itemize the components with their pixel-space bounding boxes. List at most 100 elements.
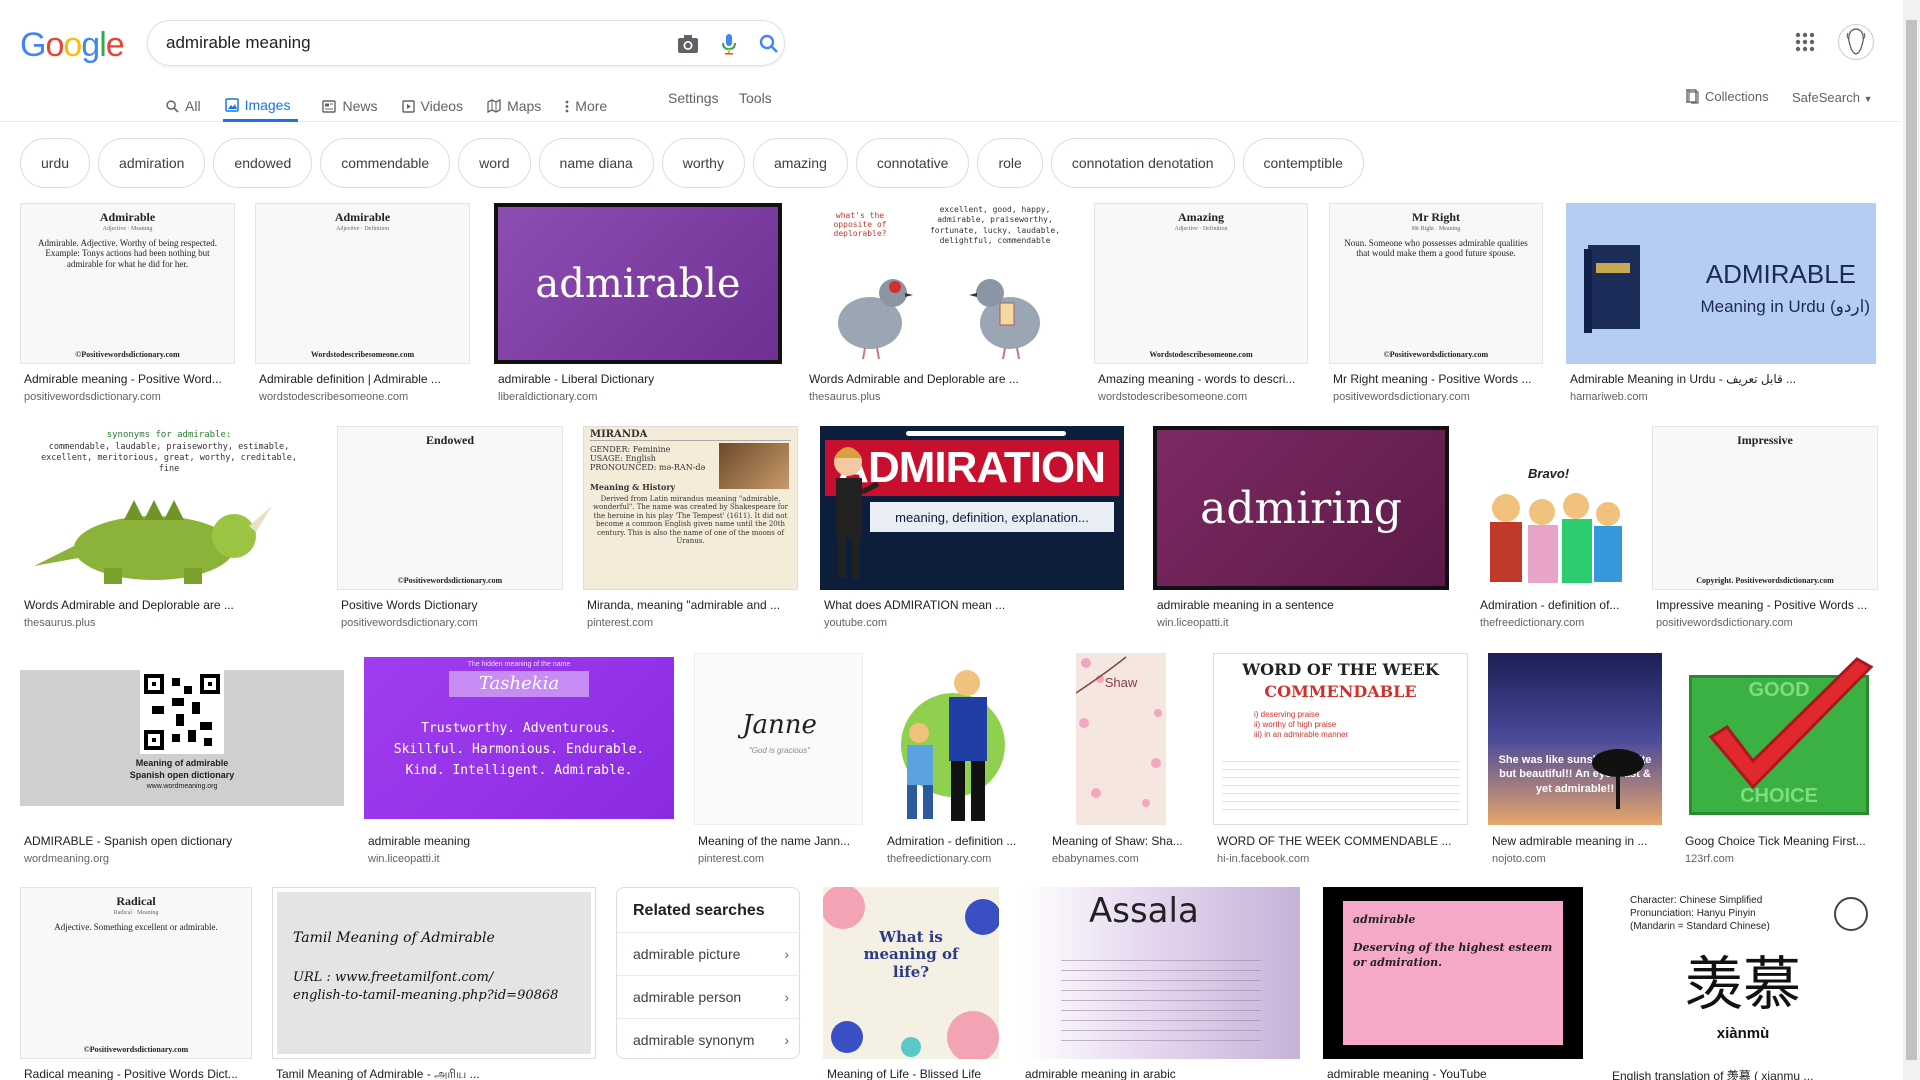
result-thumbnail[interactable]: Meaning of admirable Spanish open dictio… [20,653,344,825]
search-icon[interactable] [757,32,781,56]
scrollbar-thumb[interactable] [1906,20,1917,1060]
result-caption[interactable]: Words Admirable and Deplorable are ... [809,372,1077,386]
related-search-item[interactable]: admirable person › [617,975,801,1017]
result-thumbnail[interactable]: admirable Deserving of the highest estee… [1323,887,1583,1059]
tab-videos[interactable]: Videos [401,88,463,122]
result-thumbnail[interactable]: Assala [1021,887,1300,1059]
search-box[interactable] [147,20,785,66]
result-caption[interactable]: Meaning of Shaw: Sha... [1052,834,1197,848]
page-scrollbar[interactable] [1903,0,1920,1080]
result-thumbnail[interactable] [883,653,1028,825]
tab-maps[interactable]: Maps [487,88,541,122]
chip[interactable]: role [977,138,1043,188]
result-thumbnail[interactable]: Impressive Copyright. Positivewordsdicti… [1652,426,1878,590]
result-caption[interactable]: Admirable meaning - Positive Word... [24,372,239,386]
thumb-footer: Wordstodescribesomeone.com [1149,350,1253,359]
result-caption[interactable]: Radical meaning - Positive Words Dict... [24,1067,256,1080]
chip[interactable]: urdu [20,138,91,188]
result-thumbnail[interactable]: what's the opposite of deplorable? excel… [805,203,1073,364]
chip[interactable]: admiration [98,138,206,188]
chip[interactable]: name diana [538,138,654,188]
tab-images[interactable]: Images [222,88,299,122]
related-search-item[interactable]: admirable picture › [617,932,801,974]
result-thumbnail[interactable]: admirable [494,203,782,364]
result-thumbnail[interactable]: Admirable Adjective · Meaning Admirable.… [20,203,235,364]
tab-news[interactable]: News [322,88,378,122]
result-caption[interactable]: Positive Words Dictionary [341,598,567,612]
tab-more[interactable]: More [565,88,607,122]
chip[interactable]: commendable [320,138,451,188]
result-caption[interactable]: New admirable meaning in ... [1492,834,1666,848]
result-caption[interactable]: Meaning of Life - Blissed Life [827,1067,1003,1080]
thumb-word: admirable [498,207,778,360]
collections-button[interactable]: Collections [1686,89,1769,104]
chip[interactable]: connotative [855,138,970,188]
result-thumbnail[interactable]: Amazing Adjective · Definition Wordstode… [1094,203,1308,364]
result-thumbnail[interactable]: ADMIRATION meaning, definition, explanat… [820,426,1124,590]
result-thumbnail[interactable]: She was like sunshine - quite but beauti… [1488,653,1662,825]
stamp-icon [1834,897,1868,931]
microphone-icon[interactable] [717,32,741,56]
result-caption[interactable]: Goog Choice Tick Meaning First... [1685,834,1882,848]
result-thumbnail[interactable]: admiring [1153,426,1449,590]
related-search-item[interactable]: admirable synonym › [617,1018,801,1060]
settings-link[interactable]: Settings [668,90,719,106]
thumb-top: The hidden meaning of the name [467,661,571,668]
result-thumbnail[interactable]: synonyms for admirable: commendable, lau… [20,426,318,590]
result-caption[interactable]: Admiration - definition ... [887,834,1032,848]
result-thumbnail[interactable]: Shaw [1048,653,1193,825]
result-thumbnail[interactable]: Radical Radical · Meaning Adjective. Som… [20,887,252,1059]
result-caption[interactable]: admirable - Liberal Dictionary [498,372,786,386]
chip[interactable]: word [458,138,531,188]
result-thumbnail[interactable]: Character: Chinese Simplified Pronunciat… [1608,887,1878,1059]
chip[interactable]: worthy [661,138,745,188]
result-thumbnail[interactable]: Tamil Meaning of Admirable URL : www.fre… [272,887,596,1059]
result-caption[interactable]: admirable meaning [368,834,678,848]
result-caption[interactable]: WORD OF THE WEEK COMMENDABLE ... [1217,834,1472,848]
chip[interactable]: contemptible [1242,138,1364,188]
search-input[interactable] [166,31,646,55]
result-caption[interactable]: English translation of 羡慕 ( xianmu ... [1612,1067,1882,1080]
result-caption[interactable]: Meaning of the name Jann... [698,834,867,848]
thumb-heading: ADMIRABLE [1705,259,1856,289]
result-caption[interactable]: Amazing meaning - words to descri... [1098,372,1312,386]
result-caption[interactable]: admirable meaning - YouTube [1327,1067,1587,1080]
result-caption[interactable]: Admiration - definition of... [1480,598,1637,612]
result-caption[interactable]: Tamil Meaning of Admirable - அரிய ... [276,1067,600,1080]
camera-icon[interactable] [676,32,700,56]
avatar[interactable] [1838,24,1874,60]
apps-grid-icon[interactable] [1795,32,1819,56]
result-caption[interactable]: Admirable definition | Admirable ... [259,372,474,386]
result-caption[interactable]: Impressive meaning - Positive Words ... [1656,598,1882,612]
chip[interactable]: connotation denotation [1050,138,1235,188]
result-caption[interactable]: What does ADMIRATION mean ... [824,598,1128,612]
chevron-right-icon: › [784,1031,789,1048]
result-thumbnail[interactable]: MIRANDA GENDER: Feminine USAGE: English … [583,426,798,590]
result-caption[interactable]: admirable meaning in a sentence [1157,598,1453,612]
result-caption[interactable]: Words Admirable and Deplorable are ... [24,598,322,612]
chip[interactable]: amazing [752,138,848,188]
result-thumbnail[interactable]: The hidden meaning of the name Tashekia … [364,653,674,825]
result-thumbnail[interactable]: WORD OF THE WEEK COMMENDABLE i) deservin… [1213,653,1468,825]
result-thumbnail[interactable]: GOOD CHOICE [1681,653,1878,825]
result-thumbnail[interactable]: Bravo! [1476,426,1633,590]
safesearch-button[interactable]: SafeSearch ▼ [1792,90,1872,105]
result-caption[interactable]: admirable meaning in arabic [1025,1067,1304,1080]
result-caption[interactable]: Admirable Meaning in Urdu - قابل تعریف .… [1570,372,1880,386]
result-thumbnail[interactable]: Mr Right Mr Right · Meaning Noun. Someon… [1329,203,1543,364]
tab-all[interactable]: All [166,88,201,122]
result-caption[interactable]: ADMIRABLE - Spanish open dictionary [24,834,348,848]
result-caption[interactable]: Miranda, meaning "admirable and ... [587,598,802,612]
thumb-subheading: Meaning in Urdu (اردو) [1700,297,1870,316]
result-caption[interactable]: Mr Right meaning - Positive Words ... [1333,372,1547,386]
google-logo[interactable]: Google [20,26,125,65]
result-thumbnail[interactable]: ADMIRABLE Meaning in Urdu (اردو) [1566,203,1876,364]
result-thumbnail[interactable]: Admirable Adjective · Definition Wordsto… [255,203,470,364]
tools-link[interactable]: Tools [739,90,772,106]
thumb-heading: WORD OF THE WEEK [1242,660,1439,679]
result-thumbnail[interactable]: Janne "God is gracious" [694,653,863,825]
chip[interactable]: endowed [213,138,313,188]
result-thumbnail[interactable]: Endowed ©Positivewordsdictionary.com [337,426,563,590]
thumb-words: excellent, good, happy, admirable, prais… [929,205,1061,246]
result-thumbnail[interactable]: What is meaning of life? [823,887,999,1059]
